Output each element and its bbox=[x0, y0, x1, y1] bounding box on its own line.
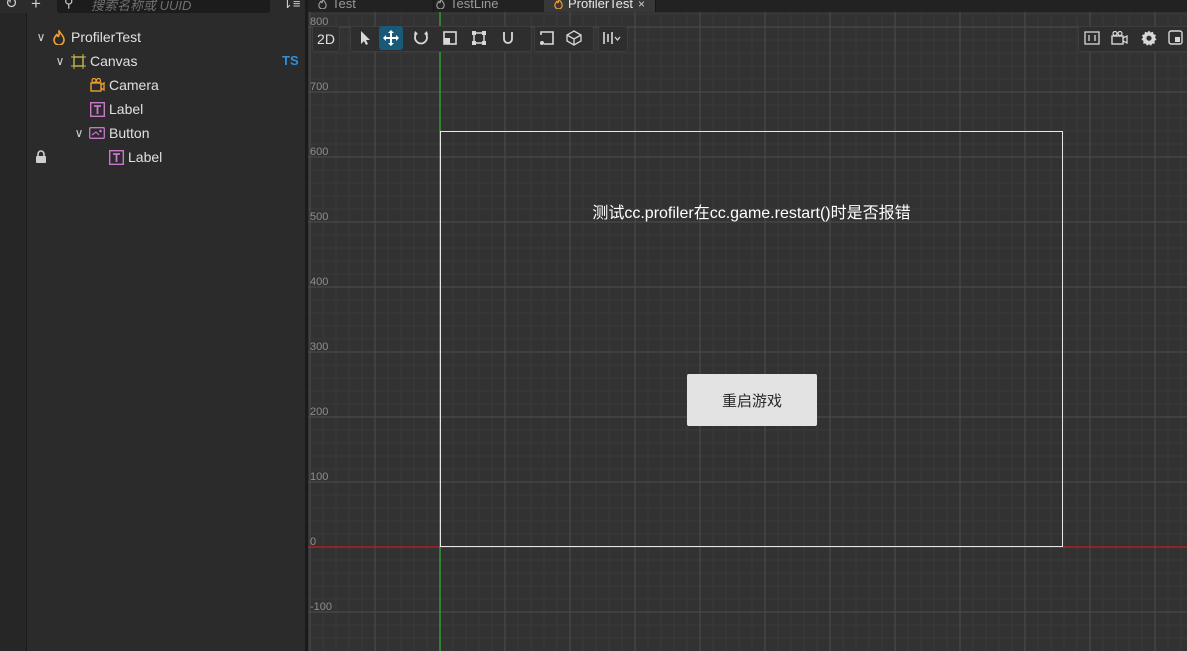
tab-label: ProfilerTest bbox=[568, 0, 634, 11]
fullscreen-icon[interactable] bbox=[1080, 26, 1104, 50]
tree-node-label[interactable]: Label bbox=[72, 97, 143, 121]
ruler-label: 500 bbox=[310, 211, 329, 223]
label-icon bbox=[108, 149, 124, 165]
tab-label: TestLine bbox=[450, 0, 499, 11]
hierarchy-panel: ∨ ProfilerTest ∨ Canvas Camera Label ∨ B… bbox=[0, 0, 306, 651]
node-label: Label bbox=[109, 101, 144, 117]
align-dropdown-icon[interactable] bbox=[600, 26, 624, 50]
chevron-down-icon[interactable]: ∨ bbox=[34, 30, 48, 44]
tree-node-button-label[interactable]: Label bbox=[91, 145, 162, 169]
scene-camera-icon[interactable] bbox=[1107, 26, 1131, 50]
scale-tool-icon[interactable] bbox=[438, 26, 462, 50]
title-label[interactable]: 测试cc.profiler在cc.game.restart()时是否报错 bbox=[440, 199, 1063, 223]
scene-icon bbox=[554, 0, 563, 9]
camera-icon bbox=[89, 77, 105, 93]
node-label: Button bbox=[109, 125, 150, 141]
canvas-bounds[interactable] bbox=[440, 131, 1063, 547]
chevron-down-icon[interactable]: ∨ bbox=[53, 54, 67, 68]
button-icon bbox=[89, 125, 105, 141]
pivot-icon[interactable] bbox=[535, 26, 559, 50]
ruler-label: 200 bbox=[310, 406, 329, 418]
node-label: Camera bbox=[109, 77, 159, 93]
gear-icon[interactable] bbox=[1137, 26, 1161, 50]
scene-icon bbox=[436, 0, 445, 9]
gizmo-icon[interactable] bbox=[1164, 26, 1187, 50]
tree-node-button[interactable]: ∨ Button bbox=[72, 121, 150, 145]
scene-tab-bar: Test TestLine ProfilerTest × bbox=[308, 0, 1187, 12]
rect-tool-icon[interactable] bbox=[467, 26, 491, 50]
snap-tool-icon[interactable] bbox=[496, 26, 520, 50]
close-icon[interactable]: × bbox=[638, 0, 645, 11]
scene-icon bbox=[318, 0, 327, 9]
mode-2d-button[interactable]: 2D bbox=[312, 26, 340, 52]
tab-profilertest[interactable]: ProfilerTest × bbox=[544, 0, 657, 12]
canvas-icon bbox=[70, 53, 86, 69]
ruler-label: 700 bbox=[310, 81, 329, 93]
select-tool-icon[interactable] bbox=[353, 26, 377, 50]
scene-view[interactable]: 800 700 600 500 400 300 200 100 0 -100 测试cc.profi… bbox=[308, 12, 1187, 651]
ruler-label: 300 bbox=[310, 341, 329, 353]
tree-node-canvas[interactable]: ∨ Canvas bbox=[53, 49, 138, 73]
tab-label: Test bbox=[332, 0, 356, 11]
node-label: ProfilerTest bbox=[71, 29, 142, 45]
lock-icon[interactable] bbox=[35, 150, 47, 168]
tab-testline[interactable]: TestLine bbox=[426, 0, 546, 12]
ruler-label: -100 bbox=[310, 601, 333, 613]
tab-test[interactable]: Test bbox=[308, 0, 434, 12]
cube-icon[interactable] bbox=[562, 26, 586, 50]
node-label: Label bbox=[128, 149, 163, 165]
label-icon bbox=[89, 101, 105, 117]
chevron-down-icon[interactable]: ∨ bbox=[72, 126, 86, 140]
rotate-tool-icon[interactable] bbox=[409, 26, 433, 50]
ruler-label: 100 bbox=[310, 471, 329, 483]
scene-icon bbox=[51, 29, 67, 45]
ts-badge: TS bbox=[282, 53, 299, 68]
ruler-label: 400 bbox=[310, 276, 329, 288]
move-tool-icon[interactable] bbox=[379, 26, 403, 50]
tree-node-profilertest[interactable]: ∨ ProfilerTest bbox=[34, 25, 141, 49]
restart-game-button[interactable]: 重启游戏 bbox=[687, 374, 817, 426]
tree-node-camera[interactable]: Camera bbox=[72, 73, 159, 97]
ruler-label: 0 bbox=[310, 536, 317, 548]
node-label: Canvas bbox=[90, 53, 138, 69]
ruler-label: 600 bbox=[310, 146, 329, 158]
